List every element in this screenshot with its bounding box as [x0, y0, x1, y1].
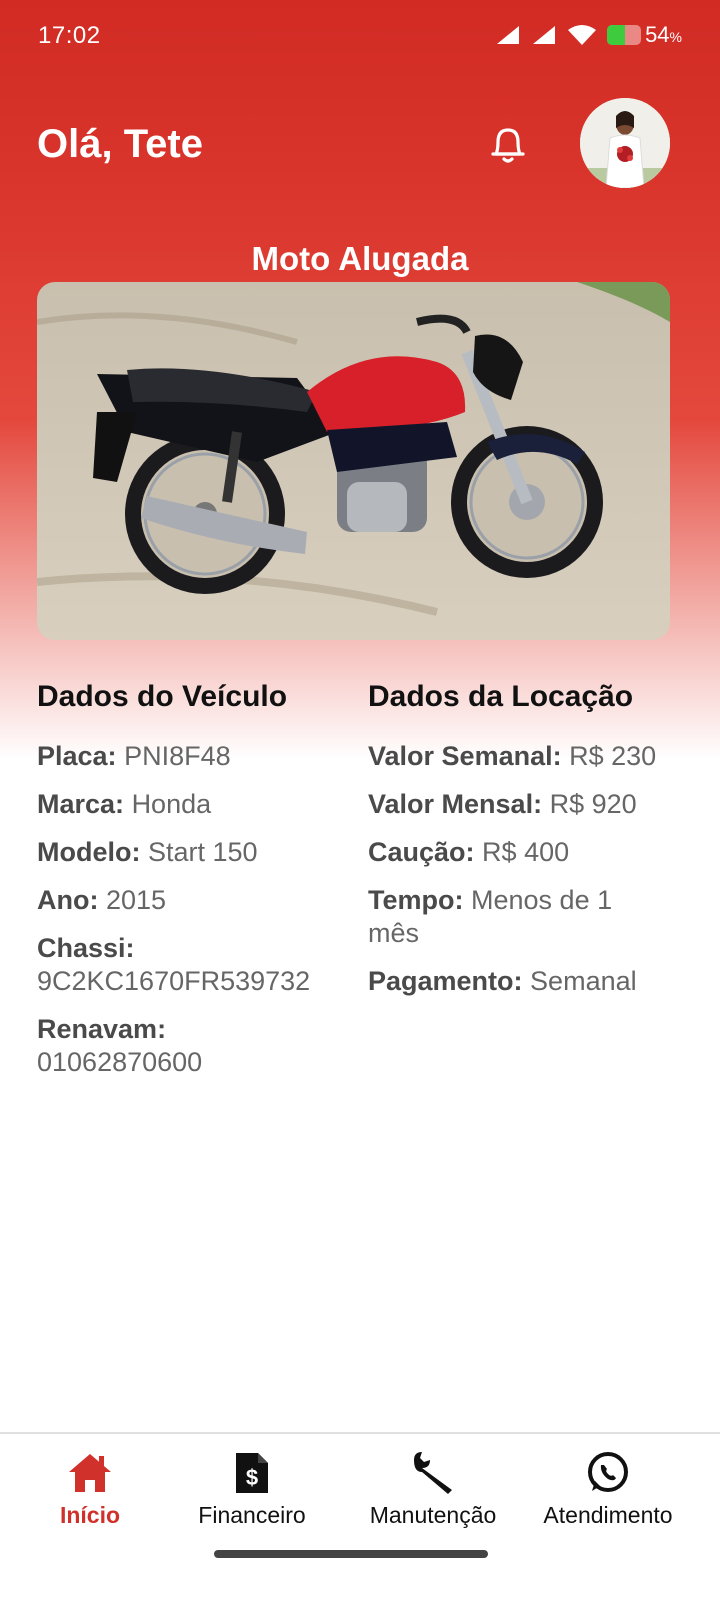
bell-icon[interactable]: [484, 118, 532, 170]
battery-percent: 54%: [645, 22, 682, 47]
avatar[interactable]: [580, 98, 670, 188]
home-icon: [65, 1448, 115, 1498]
battery-fill: [607, 25, 626, 45]
rental-data-heading: Dados da Locação: [368, 680, 634, 713]
vehicle-field-placa: Placa: PNI8F48: [37, 741, 231, 771]
vehicle-data: Dados do Veículo Placa: PNI8F48 Marca: H…: [37, 680, 337, 1094]
nav-label-financeiro: Financeiro: [198, 1502, 306, 1528]
invoice-dollar-icon: $: [227, 1448, 277, 1498]
motorcycle-photo: [37, 282, 670, 640]
section-title: Moto Alugada: [251, 240, 469, 277]
vehicle-field-renavam: Renavam: 01062870600: [37, 1014, 203, 1077]
whatsapp-icon: [583, 1448, 633, 1498]
home-screen: 17:02 54% Olá, Tete Moto Alugada Dados d…: [0, 0, 720, 1600]
battery-indicator: 54%: [607, 22, 682, 48]
rental-field-monthly: Valor Mensal: R$ 920: [368, 789, 637, 819]
status-icons: 54%: [495, 22, 682, 48]
vehicle-field-chassi: Chassi: 9C2KC1670FR539732: [37, 933, 311, 996]
vehicle-field-modelo: Modelo: Start 150: [37, 837, 258, 867]
rental-field-time: Tempo: Menos de 1 mês: [368, 885, 613, 948]
rental-field-deposit: Caução: R$ 400: [368, 837, 570, 867]
svg-text:$: $: [246, 1465, 258, 1490]
rental-field-weekly: Valor Semanal: R$ 230: [368, 741, 657, 771]
vehicle-data-heading: Dados do Veículo: [37, 680, 288, 713]
status-bar: 17:02 54%: [0, 0, 720, 72]
nav-label-manutencao: Manutenção: [369, 1502, 497, 1528]
battery-icon: [607, 25, 642, 45]
status-time: 17:02: [38, 22, 101, 49]
nav-label-inicio: Início: [59, 1502, 121, 1528]
rental-field-payment: Pagamento: Semanal: [368, 966, 637, 996]
vehicle-field-ano: Ano: 2015: [37, 885, 167, 915]
bottom-navigation: Início $ Financeiro Manutenção Atendimen…: [0, 1432, 720, 1600]
nav-label-atendimento: Atendimento: [543, 1502, 673, 1528]
greeting-title: Olá, Tete: [37, 122, 203, 166]
signal-icon: [497, 26, 520, 44]
signal-icon: [533, 26, 556, 44]
home-indicator[interactable]: [214, 1550, 488, 1558]
rental-data: Dados da Locação Valor Semanal: R$ 230 V…: [368, 680, 668, 1013]
wrench-icon: [408, 1448, 458, 1498]
vehicle-field-marca: Marca: Honda: [37, 789, 212, 819]
wifi-icon: [568, 25, 597, 45]
